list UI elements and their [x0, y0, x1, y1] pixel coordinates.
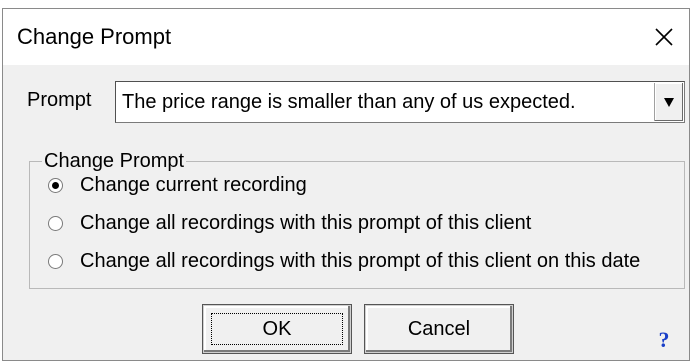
change-prompt-group: Change Prompt Change current recording C… — [29, 150, 685, 289]
radio-button[interactable] — [48, 215, 63, 231]
radio-button-checked[interactable] — [48, 177, 63, 193]
prompt-combobox[interactable]: The price range is smaller than any of u… — [115, 81, 685, 123]
option-change-all-client-date[interactable]: Change all recordings with this prompt o… — [48, 247, 640, 275]
prompt-label: Prompt — [27, 89, 92, 111]
radio-label: Change all recordings with this prompt o… — [80, 249, 641, 272]
help-icon: ? — [658, 327, 670, 352]
radio-label: Change current recording — [80, 173, 307, 196]
dialog-title: Change Prompt — [17, 24, 172, 49]
prompt-value: The price range is smaller than any of u… — [122, 91, 576, 113]
change-prompt-dialog: Change Prompt Prompt The price range is … — [2, 8, 690, 361]
focus-rect — [211, 313, 343, 345]
close-icon — [655, 28, 673, 46]
radio-label: Change all recordings with this prompt o… — [80, 211, 532, 234]
cancel-button[interactable]: Cancel — [365, 305, 513, 353]
option-change-all-client[interactable]: Change all recordings with this prompt o… — [48, 209, 531, 237]
group-legend: Change Prompt — [42, 150, 187, 173]
option-change-current[interactable]: Change current recording — [48, 171, 307, 199]
cancel-button-label: Cancel — [407, 317, 471, 340]
dropdown-arrow-icon — [664, 98, 674, 107]
title-bar: Change Prompt — [3, 9, 689, 65]
close-button[interactable] — [639, 9, 689, 65]
help-button[interactable]: ? — [651, 327, 677, 353]
ok-button[interactable]: OK — [203, 305, 351, 353]
prompt-dropdown-button[interactable] — [654, 83, 683, 121]
radio-button[interactable] — [48, 253, 63, 269]
